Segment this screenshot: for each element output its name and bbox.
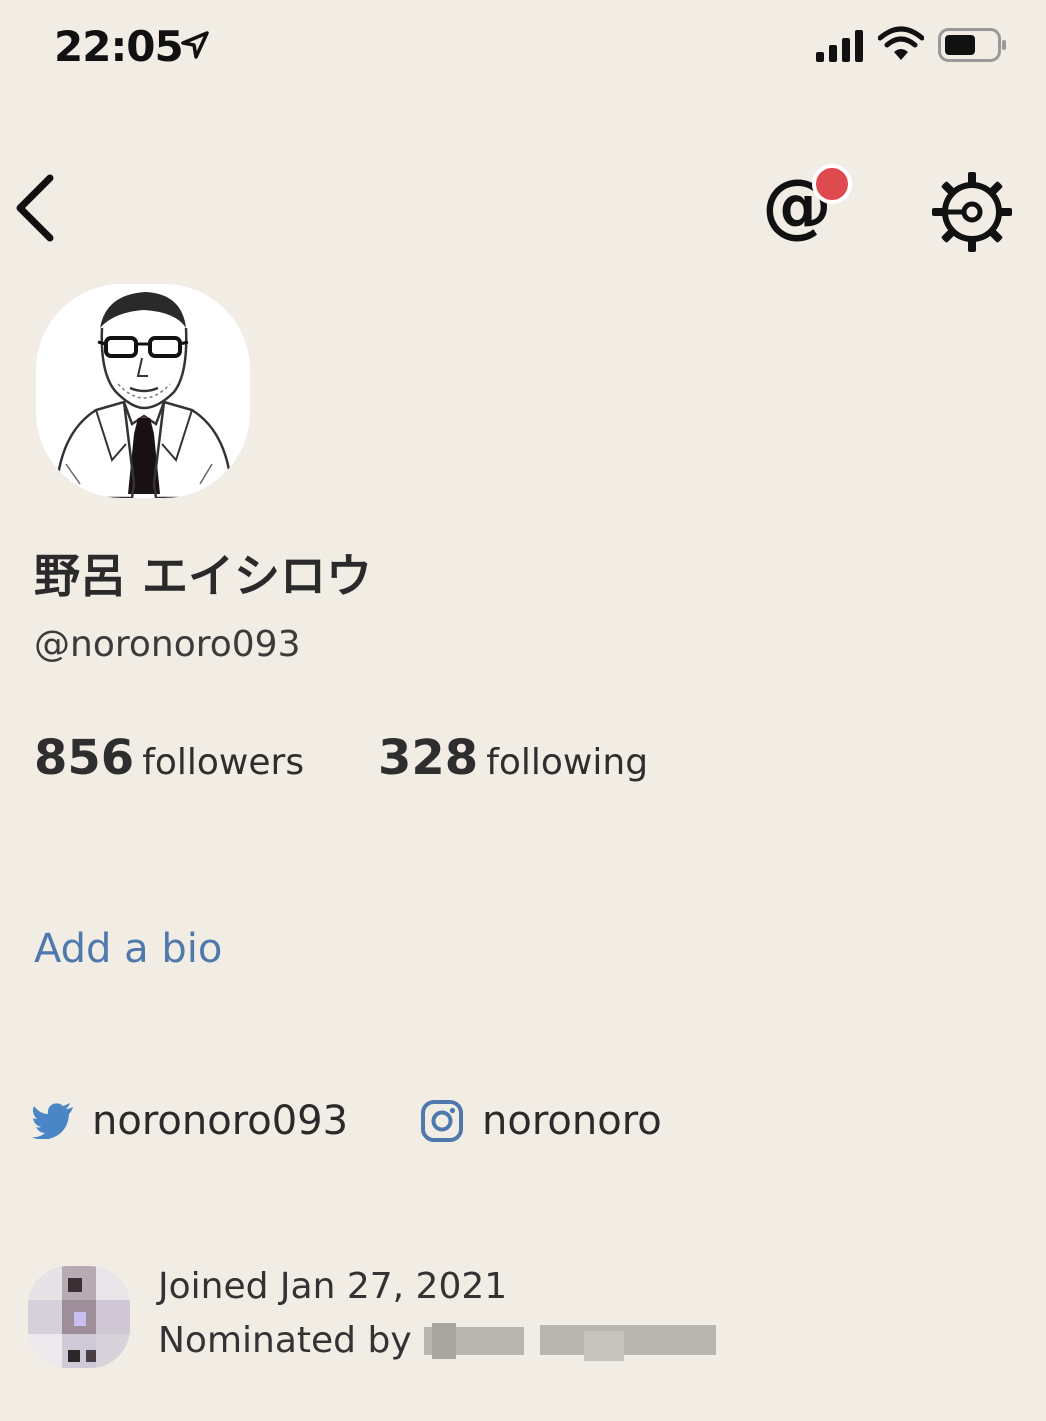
profile-avatar[interactable]	[36, 284, 250, 498]
instagram-link[interactable]: noronoro	[420, 1098, 662, 1144]
mentions-button[interactable]: @	[760, 164, 860, 254]
battery-icon	[938, 28, 1006, 62]
following-label: following	[486, 742, 649, 783]
cellular-signal-icon	[816, 30, 863, 62]
notification-dot	[812, 164, 852, 204]
add-bio-link[interactable]: Add a bio	[34, 926, 222, 972]
nominator-avatar[interactable]	[28, 1266, 130, 1368]
instagram-handle: noronoro	[482, 1098, 662, 1144]
location-arrow-icon	[181, 31, 209, 59]
nominated-by-line[interactable]: Nominated by	[158, 1320, 720, 1361]
joined-date: Joined Jan 27, 2021	[158, 1266, 508, 1307]
followers-count: 856	[34, 730, 135, 786]
twitter-bird-icon	[32, 1103, 73, 1139]
nominated-by-label: Nominated by	[158, 1320, 412, 1361]
status-time: 22:05	[54, 22, 184, 71]
nominator-name-redacted[interactable]	[423, 1323, 720, 1361]
username-handle: @noronoro093	[34, 624, 301, 665]
back-button[interactable]	[10, 172, 66, 244]
followers-label: followers	[142, 742, 305, 783]
following-stat[interactable]: 328 following	[378, 730, 648, 786]
instagram-icon	[421, 1100, 463, 1142]
twitter-handle: noronoro093	[92, 1098, 349, 1144]
followers-stat[interactable]: 856 followers	[34, 730, 304, 786]
wifi-icon	[878, 26, 924, 60]
following-count: 328	[378, 730, 479, 786]
display-name: 野呂 エイシロウ	[34, 549, 373, 603]
twitter-link[interactable]: noronoro093	[32, 1098, 348, 1144]
settings-gear-icon[interactable]	[930, 170, 1014, 254]
